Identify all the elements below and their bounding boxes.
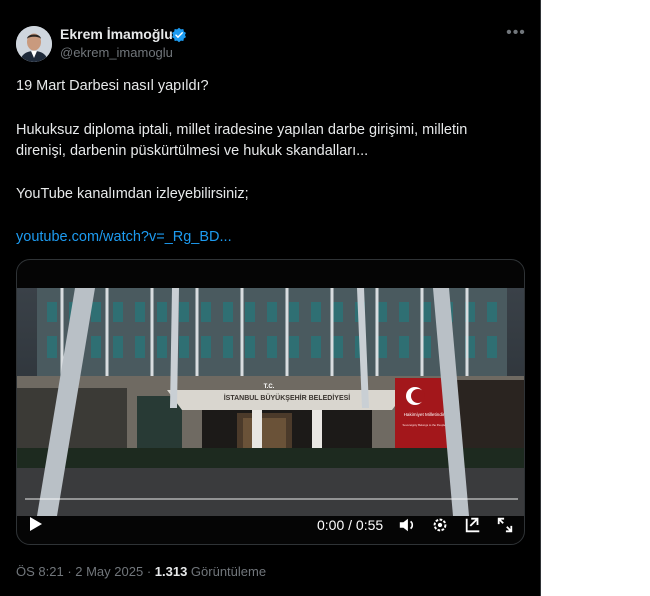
- meta-separator: ·: [63, 564, 76, 579]
- building-sign: İSTANBUL BÜYÜKŞEHİR BELEDİYESİ: [224, 393, 351, 402]
- avatar[interactable]: [16, 26, 52, 62]
- author-handle[interactable]: @ekrem_imamoglu: [60, 45, 173, 60]
- more-icon[interactable]: •••: [505, 25, 527, 44]
- meta-separator: ·: [143, 564, 155, 579]
- video-player[interactable]: T.C. İSTANBUL BÜYÜKŞEHİR BELEDİYESİ Haki…: [16, 259, 525, 545]
- tweet-text-line-1: 19 Mart Darbesi nasıl yapıldı?: [16, 78, 209, 94]
- video-frame[interactable]: T.C. İSTANBUL BÜYÜKŞEHİR BELEDİYESİ Haki…: [17, 288, 525, 516]
- video-controls: 0:00 / 0:55: [17, 492, 524, 544]
- tweet-text-line-3: YouTube kanalımdan izleyebilirsiniz;: [16, 186, 249, 202]
- tweet-time[interactable]: ÖS 8:21: [16, 564, 64, 579]
- view-label: Görüntüleme: [187, 564, 267, 579]
- banner-line-1: Hakimiyet Milletindir: [404, 412, 445, 417]
- verified-badge-icon: [172, 27, 186, 43]
- pop-out-icon[interactable]: [464, 516, 482, 534]
- volume-icon[interactable]: [398, 516, 416, 534]
- play-icon[interactable]: [29, 516, 43, 532]
- tweet-link[interactable]: youtube.com/watch?v=_Rg_BD...: [16, 229, 232, 245]
- tweet-text-line-2b: direnişi, darbenin püskürtülmesi ve huku…: [16, 143, 369, 159]
- video-time: 0:00 / 0:55: [317, 517, 384, 533]
- fullscreen-icon[interactable]: [496, 516, 514, 534]
- tweet-card: Ekrem İmamoğlu @ekrem_imamoglu ••• 19 Ma…: [0, 0, 541, 596]
- tweet-date[interactable]: 2 May 2025: [75, 564, 143, 579]
- building-sign-top: T.C.: [264, 384, 275, 390]
- tweet-meta: ÖS 8:21 · 2 May 2025 · 1.313 Görüntüleme: [16, 564, 266, 579]
- view-count: 1.313: [154, 564, 188, 579]
- settings-icon[interactable]: [431, 516, 449, 534]
- banner-line-2: Sovereignty Belongs to the People: [403, 423, 446, 427]
- progress-bar[interactable]: [25, 498, 518, 500]
- tweet-text-line-2a: Hukuksuz diploma iptali, millet iradesin…: [16, 122, 468, 138]
- avatar-image: [16, 26, 52, 62]
- author-name[interactable]: Ekrem İmamoğlu: [60, 26, 173, 42]
